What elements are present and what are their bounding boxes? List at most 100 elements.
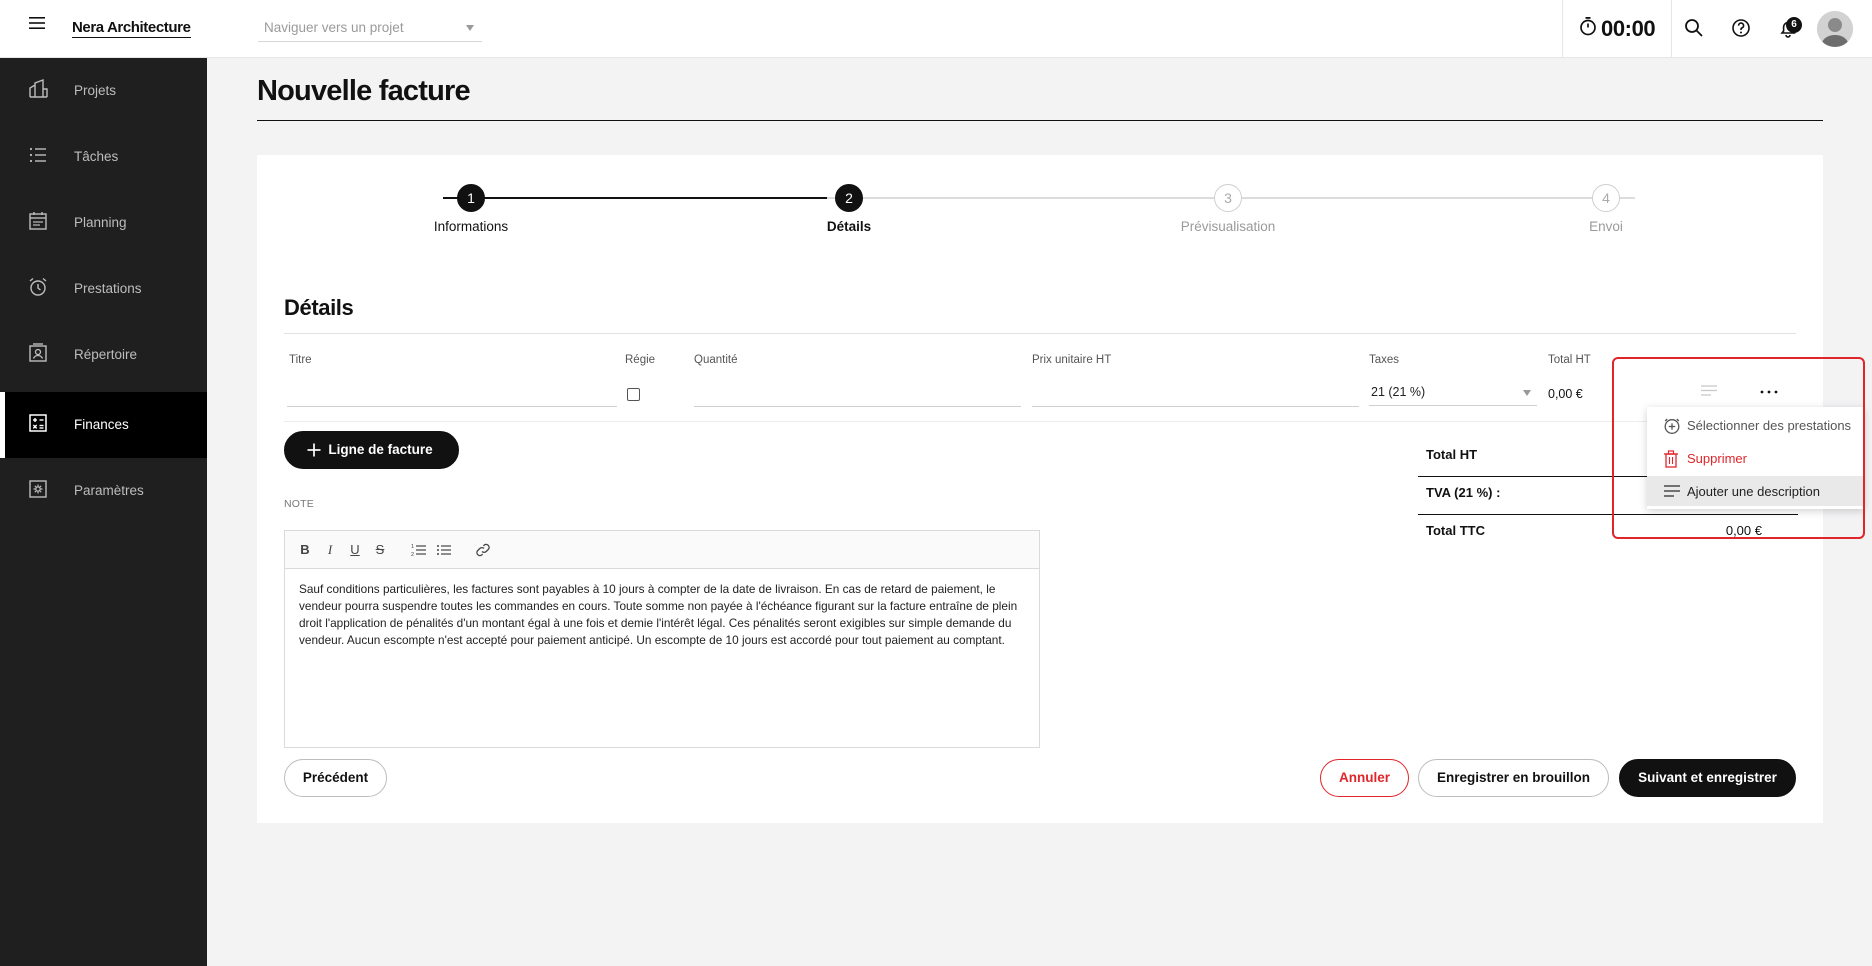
calendar-icon [29,212,47,230]
timer-value: 00:00 [1601,16,1656,41]
editor-toolbar: B I U S 1 2 [285,531,1039,569]
sidebar-item-label: Projets [74,83,117,98]
strikethrough-icon[interactable]: S [372,542,388,558]
column-header-regie: Régie [625,354,656,366]
stepper-progress-line [443,197,827,199]
ordered-list-icon[interactable]: 1 2 [411,542,427,558]
column-header-prix: Prix unitaire HT [1032,354,1112,366]
column-header-quantite: Quantité [694,354,738,366]
previous-button[interactable]: Précédent [284,759,387,797]
alarm-clock-icon [29,277,47,296]
column-header-taxes: Taxes [1369,354,1400,366]
chevron-down-icon [466,25,474,31]
link-icon[interactable] [475,542,491,558]
svg-text:1: 1 [411,544,414,550]
project-navigation-select[interactable]: Naviguer vers un projet [258,12,482,42]
line-quantity-input[interactable] [694,383,1021,407]
search-icon[interactable] [1682,16,1706,40]
total-ht-label: Total HT [1426,447,1478,462]
buildings-icon [29,78,48,98]
tva-label: TVA (21 %) : [1426,485,1501,500]
tax-select-value: 21 (21 %) [1371,385,1426,399]
section-divider [284,333,1796,334]
total-ttc-row: Total TTC 0,00 € [1418,514,1798,552]
sidebar-item-prestations[interactable]: Prestations [0,256,207,322]
avatar[interactable] [1817,11,1853,47]
note-label: NOTE [284,498,314,510]
sidebar-item-parametres[interactable]: Paramètres [0,458,207,524]
column-header-titre: Titre [289,354,312,366]
sidebar-item-taches[interactable]: Tâches [0,124,207,190]
total-ttc-label: Total TTC [1426,523,1485,538]
line-total-value: 0,00 € [1548,387,1583,401]
menu-item-select-prestations[interactable]: Sélectionner des prestations [1647,410,1864,440]
add-invoice-line-label: Ligne de facture [328,442,433,457]
line-unit-price-input[interactable] [1032,383,1359,407]
details-section-title: Détails [284,295,354,320]
cancel-button[interactable]: Annuler [1320,759,1409,797]
sidebar-item-repertoire[interactable]: Répertoire [0,322,207,388]
line-title-input[interactable] [287,383,617,407]
step-2-circle[interactable]: 2 [835,184,863,212]
list-icon [29,147,46,163]
menu-item-label: Supprimer [1687,451,1747,466]
step-1-label[interactable]: Informations [391,219,551,234]
note-editor: B I U S 1 2 Sauf conditions particulière… [284,530,1040,748]
description-lines-icon[interactable] [1700,383,1718,399]
sidebar-item-projets[interactable]: Projets [0,58,207,124]
menu-item-delete[interactable]: Supprimer [1647,443,1864,473]
total-ttc-value: 0,00 € [1725,523,1762,538]
notification-badge: 6 [1786,17,1802,33]
italic-icon[interactable]: I [322,542,338,558]
stopwatch-icon [1580,17,1596,36]
step-4-label[interactable]: Envoi [1526,219,1686,234]
tax-select[interactable]: 21 (21 %) [1369,378,1537,406]
bold-icon[interactable]: B [297,542,313,558]
project-select-placeholder: Naviguer vers un projet [264,20,404,35]
bullet-list-icon[interactable] [436,542,452,558]
trash-icon [1664,450,1678,468]
sidebar-item-label: Finances [74,417,129,432]
menu-item-label: Ajouter une description [1687,484,1820,499]
column-header-total: Total HT [1548,354,1591,366]
add-invoice-line-button[interactable]: Ligne de facture [284,431,459,469]
sidebar-item-finances[interactable]: Finances [0,392,207,458]
menu-item-label: Sélectionner des prestations [1687,418,1852,433]
brand-logo[interactable]: Nera Architecture [72,20,191,38]
sidebar: Projets Tâches Planning Prestations Répe… [0,58,207,966]
next-and-save-button[interactable]: Suivant et enregistrer [1619,759,1796,797]
svg-text:2: 2 [411,552,414,558]
note-text-content[interactable]: Sauf conditions particulières, les factu… [299,581,1029,649]
sidebar-item-planning[interactable]: Planning [0,190,207,256]
calculator-icon [29,414,47,432]
step-4-circle[interactable]: 4 [1592,184,1620,212]
row-divider [284,421,1796,422]
save-draft-button[interactable]: Enregistrer en brouillon [1418,759,1609,797]
hamburger-menu-icon[interactable] [27,14,49,32]
invoice-form-card: 1 Informations 2 Détails 3 Prévisualisat… [257,155,1823,823]
top-header: Nera Architecture Naviguer vers un proje… [0,0,1872,58]
more-options-icon[interactable] [1757,383,1781,397]
contact-card-icon [29,343,47,362]
step-3-label[interactable]: Prévisualisation [1148,219,1308,234]
regie-checkbox[interactable] [627,388,640,401]
menu-item-add-description[interactable]: Ajouter une description [1647,476,1864,506]
title-divider [257,120,1823,121]
line-options-menu: Sélectionner des prestations Supprimer A… [1647,407,1864,509]
page-title: Nouvelle facture [257,75,471,107]
gear-box-icon [29,480,47,498]
sidebar-item-label: Répertoire [74,347,138,362]
plus-icon [307,443,321,457]
step-2-label[interactable]: Détails [769,219,929,234]
sidebar-item-label: Tâches [74,149,119,164]
step-1-circle[interactable]: 1 [457,184,485,212]
step-3-circle[interactable]: 3 [1214,184,1242,212]
sidebar-item-label: Prestations [74,281,142,296]
underline-icon[interactable]: U [347,542,363,558]
sidebar-item-label: Paramètres [74,483,144,498]
add-circle-clock-icon [1664,418,1680,434]
sidebar-item-label: Planning [74,215,127,230]
timer-widget[interactable]: 00:00 [1562,0,1672,58]
text-lines-icon [1664,485,1680,497]
help-icon[interactable] [1729,16,1753,40]
